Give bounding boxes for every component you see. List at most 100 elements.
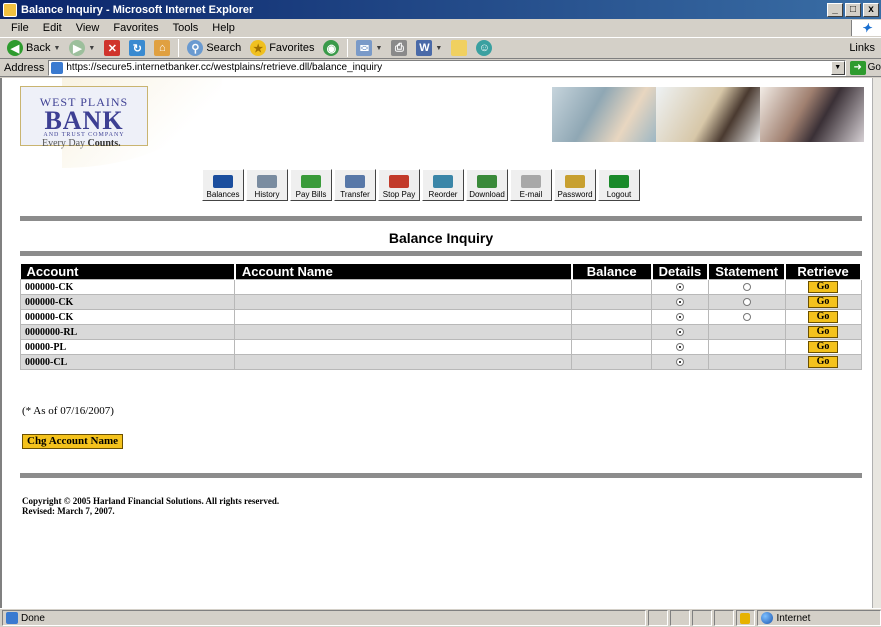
address-label: Address	[4, 61, 45, 74]
nav-label: Balances	[206, 190, 240, 199]
retrieve-go-button[interactable]: Go	[808, 341, 839, 353]
retrieve-go-button[interactable]: Go	[808, 326, 839, 338]
print-button[interactable]: ⎙	[388, 38, 410, 58]
account-name-cell	[234, 354, 573, 370]
media-button[interactable]: ◉	[320, 38, 342, 58]
back-button[interactable]: ◀ Back ▼	[4, 38, 63, 58]
status-panel	[691, 610, 712, 626]
discuss-button[interactable]	[448, 38, 470, 58]
col-account: Account	[20, 264, 236, 280]
details-radio[interactable]	[675, 358, 684, 367]
forward-arrow-icon: ▶	[69, 40, 86, 56]
details-radio[interactable]	[675, 328, 684, 337]
statement-cell	[707, 339, 786, 355]
go-arrow-icon: ➜	[849, 60, 866, 75]
minimize-button[interactable]: _	[827, 2, 843, 17]
nav-history-button[interactable]: History	[246, 169, 288, 201]
vertical-scrollbar[interactable]	[872, 78, 881, 608]
menu-help[interactable]: Help	[205, 22, 242, 34]
header-photo	[656, 87, 760, 142]
nav-email-button[interactable]: E-mail	[510, 169, 552, 201]
table-row: 00000-PL Go	[19, 339, 862, 355]
header-photos	[552, 87, 864, 142]
favorites-button[interactable]: ★ Favorites	[247, 38, 317, 58]
refresh-button[interactable]: ↻	[126, 38, 148, 58]
retrieve-go-button[interactable]: Go	[808, 356, 839, 368]
details-radio[interactable]	[675, 313, 684, 322]
address-input[interactable]: https://secure5.internetbanker.cc/westpl…	[48, 59, 846, 76]
statement-cell	[707, 279, 786, 295]
folder-icon	[451, 40, 468, 56]
edit-button[interactable]: W ▼	[413, 38, 445, 58]
nav-label: Stop Pay	[382, 190, 416, 199]
logo-line3: AND TRUST COMPANY	[43, 131, 125, 138]
home-button[interactable]: ⌂	[151, 38, 173, 58]
details-cell	[651, 294, 709, 310]
details-radio[interactable]	[675, 298, 684, 307]
word-icon: W	[416, 40, 433, 56]
page-title: Balance Inquiry	[388, 230, 494, 246]
statement-cell	[707, 294, 786, 310]
retrieve-go-button[interactable]: Go	[808, 296, 839, 308]
chevron-down-icon: ▼	[88, 44, 96, 52]
forward-button[interactable]: ▶ ▼	[66, 38, 98, 58]
go-button[interactable]: ➜ Go	[849, 60, 881, 75]
retrieve-cell: Go	[784, 339, 862, 355]
nav-download-button[interactable]: Download	[466, 169, 508, 201]
statement-cell	[707, 324, 786, 340]
nav-label: Download	[469, 190, 505, 199]
table-row: 000000-CK Go	[19, 279, 862, 295]
details-radio[interactable]	[675, 283, 684, 292]
accounts-table: Account Account Name Balance Details Sta…	[19, 264, 862, 370]
tagline-prefix: Every Day	[42, 138, 88, 149]
details-radio[interactable]	[675, 343, 684, 352]
window-title: Balance Inquiry - Microsoft Internet Exp…	[21, 3, 254, 16]
nav-password-button[interactable]: Password	[554, 169, 596, 201]
title-bar: Balance Inquiry - Microsoft Internet Exp…	[0, 0, 881, 19]
search-button[interactable]: ⚲ Search	[184, 38, 244, 58]
details-cell	[651, 309, 709, 325]
retrieve-go-button[interactable]: Go	[808, 311, 839, 323]
statement-radio[interactable]	[742, 298, 751, 307]
menu-file[interactable]: File	[4, 22, 36, 34]
divider	[20, 216, 862, 221]
nav-transfer-button[interactable]: Transfer	[334, 169, 376, 201]
retrieve-go-button[interactable]: Go	[808, 281, 839, 293]
menu-edit[interactable]: Edit	[36, 22, 69, 34]
maximize-button[interactable]: □	[845, 2, 861, 17]
menu-view[interactable]: View	[69, 22, 107, 34]
status-panel	[713, 610, 734, 626]
statement-radio[interactable]	[742, 313, 751, 322]
chg-account-name-button[interactable]: Chg Account Name	[22, 434, 124, 449]
links-button[interactable]: Links	[849, 42, 875, 54]
logout-icon	[609, 175, 629, 188]
logo-line2: BANK	[44, 105, 124, 135]
statement-radio[interactable]	[742, 283, 751, 292]
messenger-button[interactable]: ☺	[473, 38, 495, 58]
nav-pay-bills-button[interactable]: Pay Bills	[290, 169, 332, 201]
address-dropdown-button[interactable]: ▼	[830, 60, 845, 75]
zone-label: Internet	[776, 612, 811, 624]
nav-logout-button[interactable]: Logout	[598, 169, 640, 201]
stop-icon: ✕	[104, 40, 121, 56]
balances-icon	[213, 175, 233, 188]
menu-favorites[interactable]: Favorites	[106, 22, 165, 34]
stop-pay-icon	[389, 175, 409, 188]
balance-cell	[571, 309, 653, 325]
retrieve-cell: Go	[784, 294, 862, 310]
email-icon	[521, 175, 541, 188]
mail-button[interactable]: ✉ ▼	[353, 38, 385, 58]
address-bar: Address https://secure5.internetbanker.c…	[0, 59, 881, 77]
stop-button[interactable]: ✕	[101, 38, 123, 58]
menu-bar: File Edit View Favorites Tools Help ✦	[0, 19, 881, 37]
security-zone-cell[interactable]: Internet	[757, 610, 881, 626]
close-button[interactable]: x	[863, 2, 879, 17]
menu-tools[interactable]: Tools	[166, 22, 206, 34]
nav-stop-pay-button[interactable]: Stop Pay	[378, 169, 420, 201]
nav-label: Transfer	[340, 190, 370, 199]
security-lock-cell[interactable]	[735, 610, 756, 626]
nav-reorder-button[interactable]: Reorder	[422, 169, 464, 201]
divider	[20, 251, 862, 256]
nav-balances-button[interactable]: Balances	[202, 169, 244, 201]
chevron-down-icon: ▼	[375, 44, 383, 52]
